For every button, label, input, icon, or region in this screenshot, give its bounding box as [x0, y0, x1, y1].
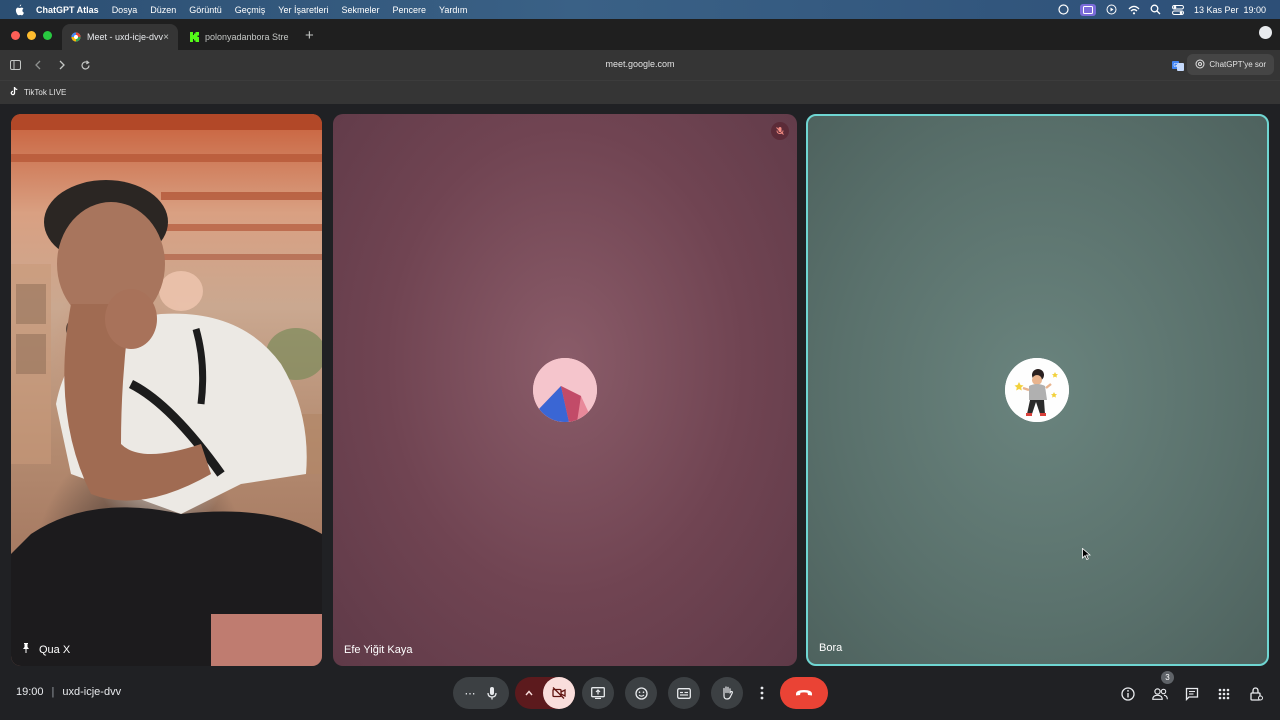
audio-options-button[interactable]: ⋯: [465, 687, 476, 700]
pin-icon: [22, 643, 30, 656]
participant-name-label: Bora: [819, 642, 842, 654]
present-screen-button[interactable]: [582, 677, 614, 709]
tiktok-icon: [10, 87, 18, 98]
video-options-chevron-icon[interactable]: [515, 690, 543, 696]
meeting-separator: |: [51, 686, 55, 698]
menubar-clock[interactable]: 13 Kas Per 19:00: [1194, 5, 1266, 15]
microphone-icon[interactable]: [486, 686, 498, 700]
people-count-badge: 3: [1161, 671, 1174, 684]
camera-off-button[interactable]: [543, 677, 575, 709]
video-group: [515, 677, 575, 709]
window-controls: [11, 31, 52, 40]
closed-captions-icon: [677, 687, 691, 699]
participant-name-label: Qua X: [22, 643, 70, 656]
participant-tile-qua-x[interactable]: Qua X: [11, 114, 322, 666]
browser-tab-bar: Meet - uxd-icje-dvv × polonyadanbora Str…: [0, 19, 1280, 50]
zoom-window-button[interactable]: [43, 31, 52, 40]
macos-menu-bar: ChatGPT Atlas Dosya Düzen Görüntü Geçmiş…: [0, 0, 1280, 19]
bookmark-label: TikTok LIVE: [24, 88, 67, 97]
host-controls-lock-icon[interactable]: [1248, 686, 1264, 702]
menu-window[interactable]: Pencere: [392, 5, 426, 15]
participant-name: Efe Yiğit Kaya: [344, 644, 413, 656]
chat-icon[interactable]: [1184, 686, 1200, 702]
new-tab-button[interactable]: +: [305, 27, 314, 44]
menu-app-name[interactable]: ChatGPT Atlas: [36, 5, 99, 15]
menu-edit[interactable]: Düzen: [150, 5, 176, 15]
apple-icon[interactable]: [13, 4, 25, 16]
browser-toolbar: meet.google.com G ChatGPT'ye sor: [0, 50, 1280, 80]
meeting-time: 19:00: [16, 686, 44, 698]
tab-meet[interactable]: Meet - uxd-icje-dvv ×: [62, 24, 178, 50]
raise-hand-button[interactable]: [711, 677, 743, 709]
camera-off-icon: [552, 687, 566, 699]
translate-icon[interactable]: G: [1172, 59, 1184, 71]
wifi-icon[interactable]: [1128, 4, 1140, 16]
participant-avatar: [1005, 358, 1069, 422]
meeting-code[interactable]: uxd-icje-dvv: [62, 686, 121, 698]
menu-view[interactable]: Görüntü: [189, 5, 222, 15]
tab-kick[interactable]: polonyadanbora Stre: [180, 24, 298, 50]
minimize-window-button[interactable]: [27, 31, 36, 40]
meeting-details: 19:00 | uxd-icje-dvv: [16, 686, 121, 698]
bookmark-tiktok-live[interactable]: TikTok LIVE: [10, 87, 66, 98]
close-tab-icon[interactable]: ×: [163, 32, 169, 43]
raise-hand-icon: [722, 686, 733, 700]
camera-video-feed: [11, 114, 322, 666]
chatgpt-icon: [1195, 59, 1205, 71]
more-options-button[interactable]: [752, 677, 772, 709]
menu-tabs[interactable]: Sekmeler: [341, 5, 379, 15]
ask-chatgpt-button[interactable]: ChatGPT'ye sor: [1187, 54, 1274, 75]
search-icon[interactable]: [1150, 4, 1162, 16]
tab-label: Meet - uxd-icje-dvv: [87, 32, 164, 42]
menu-history[interactable]: Geçmiş: [235, 5, 266, 15]
participant-avatar: [533, 358, 597, 422]
activities-icon[interactable]: [1216, 686, 1232, 702]
emoji-icon: [634, 686, 648, 700]
kick-icon: [189, 32, 199, 42]
address-bar[interactable]: meet.google.com: [0, 59, 1280, 69]
participant-name: Qua X: [39, 643, 71, 656]
google-meet-icon: [71, 32, 81, 42]
present-icon: [591, 687, 605, 699]
meet-control-bar: 19:00 | uxd-icje-dvv ⋯: [0, 672, 1280, 714]
leave-call-button[interactable]: [780, 677, 828, 709]
menu-file[interactable]: Dosya: [112, 5, 138, 15]
menu-bookmarks[interactable]: Yer İşaretleri: [278, 5, 328, 15]
participant-tile-bora[interactable]: Bora: [806, 114, 1269, 666]
participant-name: Bora: [819, 642, 843, 654]
meeting-info-icon[interactable]: [1120, 686, 1136, 702]
audio-group: ⋯: [453, 677, 509, 709]
control-center-icon[interactable]: [1171, 4, 1184, 16]
svg-text:G: G: [1174, 63, 1178, 69]
participant-tile-efe-yigit-kaya[interactable]: Efe Yiğit Kaya: [333, 114, 797, 666]
captions-button[interactable]: [668, 677, 700, 709]
bookmarks-bar: TikTok LIVE: [0, 80, 1280, 104]
focus-icon[interactable]: [1058, 4, 1070, 16]
menu-help[interactable]: Yardım: [439, 5, 467, 15]
close-window-button[interactable]: [11, 31, 20, 40]
mouse-cursor-icon: [1082, 547, 1092, 565]
profile-avatar[interactable]: [1259, 26, 1272, 39]
meet-stage: Qua X Efe Yiğit Kaya Bora: [0, 104, 1280, 720]
play-icon[interactable]: [1106, 4, 1118, 16]
participant-name-label: Efe Yiğit Kaya: [344, 644, 413, 656]
tab-label: polonyadanbora Stre: [205, 32, 289, 42]
more-vertical-icon: [760, 686, 764, 700]
reactions-button[interactable]: [625, 677, 657, 709]
people-icon[interactable]: [1152, 686, 1168, 702]
ask-chatgpt-label: ChatGPT'ye sor: [1209, 60, 1266, 69]
screen-record-icon[interactable]: [1079, 3, 1096, 16]
muted-mic-icon: [771, 122, 789, 140]
hang-up-icon: [796, 690, 812, 696]
